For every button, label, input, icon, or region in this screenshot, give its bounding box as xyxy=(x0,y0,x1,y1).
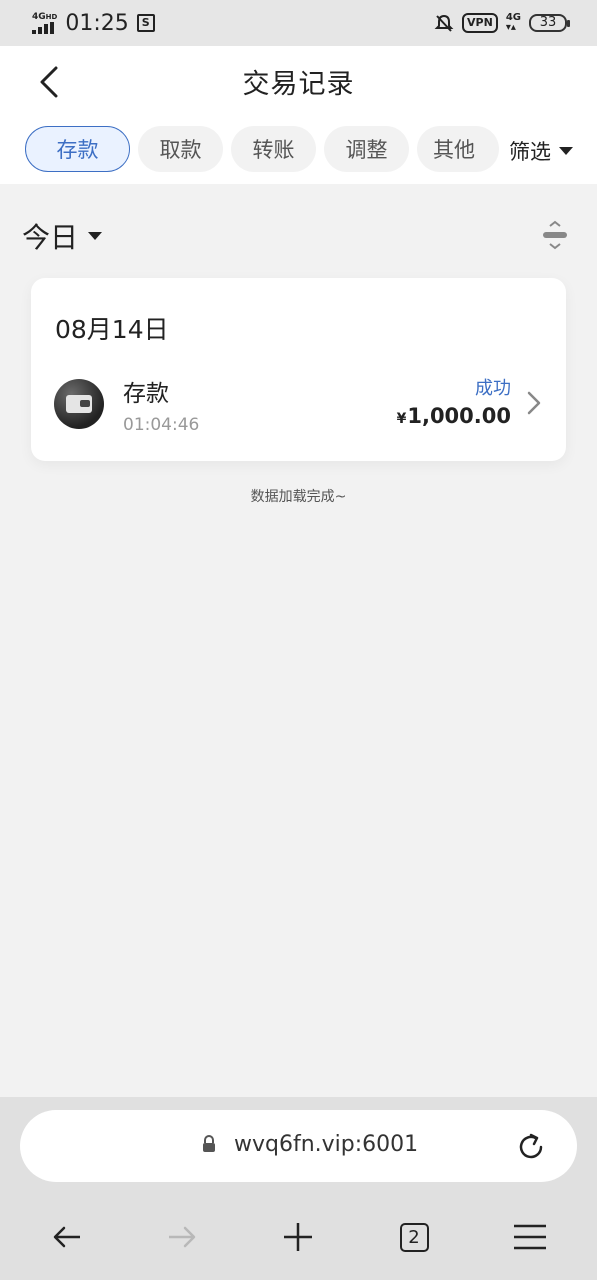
browser-nav: 2 xyxy=(0,1214,597,1260)
arrow-right-icon xyxy=(169,1226,196,1248)
tab-count: 2 xyxy=(399,1222,429,1252)
group-date: 08月14日 xyxy=(55,315,169,344)
vpn-badge: VPN xyxy=(462,13,498,33)
tab-deposit[interactable]: 存款 xyxy=(25,126,130,172)
tab-transfer[interactable]: 转账 xyxy=(231,126,316,172)
caret-down-icon xyxy=(88,232,103,240)
status-badge: 成功 xyxy=(475,378,511,399)
list-footer: 数据加载完成~ xyxy=(250,489,347,505)
tabs-button[interactable]: 2 xyxy=(391,1214,437,1260)
amount-value: 1,000.00 xyxy=(407,404,511,428)
tab-other[interactable]: 其他 xyxy=(417,126,499,172)
address-bar[interactable]: wvq6fn.vip:6001 xyxy=(20,1110,577,1182)
transaction-type: 存款 xyxy=(123,381,169,407)
transaction-type-tabs: 存款 取款 转账 调整 其他 xyxy=(25,126,499,172)
mobile-data-indicator: 4G ▾▴ xyxy=(505,12,521,33)
currency-symbol: ¥ xyxy=(396,411,407,427)
signal-icon xyxy=(32,21,57,34)
page-header: 交易记录 存款 取款 转账 调整 其他 筛选 xyxy=(0,46,597,184)
page-title: 交易记录 xyxy=(242,69,355,100)
caret-down-icon xyxy=(559,147,573,155)
url-text: wvq6fn.vip:6001 xyxy=(234,1132,419,1157)
arrow-left-icon xyxy=(53,1226,80,1248)
status-bar: 4GHD 01:25 S VPN 4G ▾▴ 33 xyxy=(0,0,597,46)
lock-icon xyxy=(203,1135,215,1152)
screenshot-icon: S xyxy=(136,14,155,32)
new-tab-button[interactable] xyxy=(275,1214,321,1260)
hamburger-icon xyxy=(514,1224,546,1250)
mute-bell-icon xyxy=(434,14,454,32)
battery-icon: 33 xyxy=(529,14,570,32)
period-label: 今日 xyxy=(22,221,79,254)
transaction-amount: ¥1,000.00 xyxy=(397,404,511,428)
clock: 01:25 xyxy=(65,10,129,36)
filter-button[interactable]: 筛选 xyxy=(509,136,573,166)
network-indicator: 4GHD xyxy=(32,12,57,34)
sort-icon[interactable] xyxy=(542,220,568,250)
transaction-card: 08月14日 存款 01:04:46 成功 ¥1,000.00 xyxy=(31,278,566,461)
browser-back-button[interactable] xyxy=(44,1214,90,1260)
filter-label: 筛选 xyxy=(509,140,551,164)
wallet-icon xyxy=(54,379,104,429)
reload-icon[interactable] xyxy=(514,1130,548,1164)
browser-toolbar: wvq6fn.vip:6001 2 xyxy=(0,1097,597,1280)
plus-icon xyxy=(284,1223,312,1251)
transaction-time: 01:04:46 xyxy=(123,415,200,435)
tab-withdraw[interactable]: 取款 xyxy=(138,126,223,172)
tab-adjust[interactable]: 调整 xyxy=(324,126,409,172)
menu-button[interactable] xyxy=(507,1214,553,1260)
browser-forward-button[interactable] xyxy=(159,1214,205,1260)
chevron-right-icon xyxy=(527,391,541,415)
period-selector[interactable]: 今日 xyxy=(22,216,103,256)
